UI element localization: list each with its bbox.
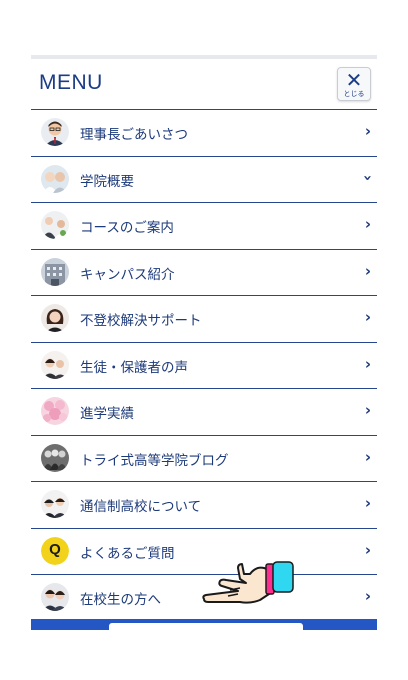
support-staff-icon: [41, 304, 69, 332]
chevron-right-icon: ›: [364, 587, 371, 605]
menu-item-campus[interactable]: キャンパス紹介 ›: [31, 250, 377, 296]
overview-photo-icon: [41, 164, 69, 193]
voices-photo-icon: [41, 350, 69, 379]
chevron-right-icon: ›: [364, 540, 371, 559]
bottom-bar: [31, 619, 377, 630]
chevron-right-icon: ›: [364, 447, 371, 466]
faq-icon-text: Q: [49, 540, 61, 558]
menu-item-chairman[interactable]: 理事長ごあいさつ ›: [31, 110, 377, 157]
blog-photo-icon: [41, 443, 69, 472]
menu-item-label: コースのご案内: [80, 220, 174, 236]
menu-item-label: 通信制高校について: [80, 499, 202, 515]
courses-photo-icon: [41, 211, 69, 239]
menu-item-label: 学院概要: [80, 173, 134, 190]
menu-item-label: キャンパス紹介: [80, 266, 175, 283]
chevron-right-icon: ›: [364, 494, 371, 512]
menu-item-label: 不登校解決サポート: [80, 313, 202, 329]
close-button[interactable]: ✕ とじる: [337, 67, 371, 101]
menu-item-correspondence[interactable]: 通信制高校について ›: [31, 482, 377, 529]
chevron-right-icon: ›: [364, 215, 371, 233]
menu-list: 理事長ごあいさつ › 学院概要 › コースのご案内 › キャンパス紹介 › 不登…: [31, 110, 377, 621]
menu-item-label: 生徒・保護者の声: [80, 359, 188, 376]
campus-building-icon: [41, 257, 69, 286]
menu-panel: MENU ✕ とじる 理事長ごあいさつ › 学院概要 › コースのご案内 › キ…: [31, 59, 377, 630]
menu-item-label: よくあるご質問: [80, 545, 175, 562]
menu-header: MENU ✕ とじる: [31, 59, 377, 110]
close-icon: ✕: [345, 68, 363, 92]
menu-item-courses[interactable]: コースのご案内 ›: [31, 203, 377, 250]
menu-item-overview[interactable]: 学院概要 ›: [31, 157, 377, 203]
chevron-right-icon: ›: [364, 261, 371, 280]
faq-q-icon: Q: [41, 536, 69, 565]
chairman-avatar-icon: [41, 118, 69, 146]
close-label: とじる: [343, 90, 365, 98]
bottom-bar-tab: [109, 623, 303, 630]
menu-item-label: 進学実績: [80, 406, 134, 422]
menu-item-label: 在校生の方へ: [80, 592, 161, 608]
menu-item-blog[interactable]: トライ式高等学院ブログ ›: [31, 436, 377, 482]
chevron-right-icon: ›: [364, 122, 371, 140]
menu-item-label: トライ式高等学院ブログ: [80, 452, 229, 469]
menu-title: MENU: [39, 71, 103, 94]
menu-item-label: 理事長ごあいさつ: [80, 127, 188, 143]
cherry-blossom-icon: [41, 397, 69, 425]
chevron-down-icon: ›: [358, 174, 377, 181]
chevron-right-icon: ›: [364, 308, 371, 326]
pointing-hand-icon: [200, 552, 296, 608]
chevron-right-icon: ›: [364, 401, 371, 419]
chevron-right-icon: ›: [364, 354, 371, 373]
menu-item-voices[interactable]: 生徒・保護者の声 ›: [31, 343, 377, 389]
correspondence-photo-icon: [41, 490, 69, 518]
students-photo-icon: [41, 583, 69, 611]
menu-item-support[interactable]: 不登校解決サポート ›: [31, 296, 377, 343]
menu-item-results[interactable]: 進学実績 ›: [31, 389, 377, 436]
